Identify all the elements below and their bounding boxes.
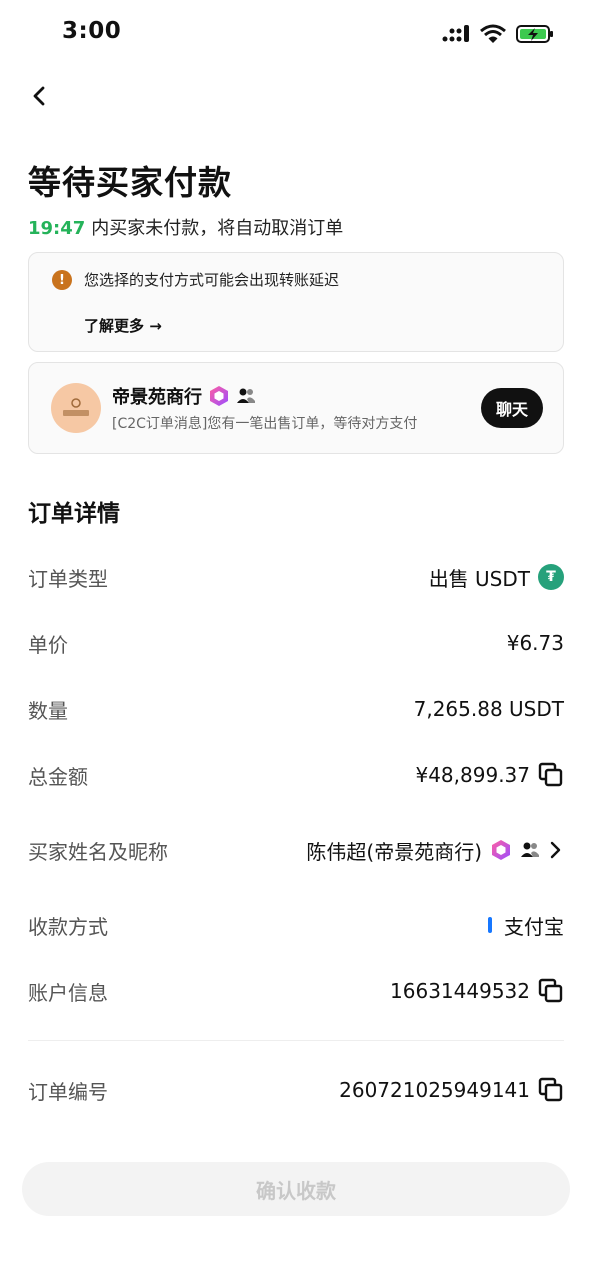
merchant-chat-card[interactable]: 帝景苑商行 [C2C订单消息]您有一笔出售订单，等待对方支付 聊天 [28, 362, 564, 454]
total-amount-row: 总金额 ¥48,899.37 [28, 758, 564, 792]
account-info-value-group: 16631449532 [390, 978, 564, 1004]
account-info-value: 16631449532 [390, 979, 530, 1003]
user-group-icon [521, 842, 539, 857]
back-button[interactable] [22, 78, 58, 114]
verified-badge-icon [210, 386, 228, 406]
notice-text: 您选择的支付方式可能会出现转账延迟 [84, 271, 340, 289]
order-number-label: 订单编号 [28, 1079, 108, 1104]
copy-icon[interactable] [538, 1077, 564, 1103]
payment-method-row: 收款方式 支付宝 [28, 908, 564, 942]
buyer-name-label: 买家姓名及昵称 [28, 839, 168, 864]
payment-method-label: 收款方式 [28, 914, 108, 939]
quantity-row: 数量 7,265.88 USDT [28, 692, 564, 726]
payment-method-value-group: 支付宝 [488, 911, 564, 940]
order-number-value-group: 260721025949141 [339, 1077, 564, 1103]
unit-price-row: 单价 ¥6.73 [28, 626, 564, 660]
merchant-name-text: 帝景苑商行 [112, 387, 202, 408]
user-group-icon [237, 388, 255, 403]
warning-icon: ! [52, 270, 72, 290]
alipay-indicator-icon [488, 917, 492, 933]
merchant-avatar [51, 383, 101, 433]
quantity-value: 7,265.88 USDT [413, 697, 564, 721]
order-number-row: 订单编号 260721025949141 [28, 1073, 564, 1107]
account-info-row: 账户信息 16631449532 [28, 974, 564, 1008]
chat-message-preview: [C2C订单消息]您有一笔出售订单，等待对方支付 [112, 416, 418, 432]
payment-delay-notice: ! 您选择的支付方式可能会出现转账延迟 了解更多 → [28, 252, 564, 352]
order-type-label: 订单类型 [28, 566, 108, 591]
order-type-value: 出售 USDT [428, 566, 530, 591]
buyer-name-value: 陈伟超(帝景苑商行) [306, 839, 482, 864]
unit-price-label: 单价 [28, 632, 68, 657]
countdown-timer: 19:47 [28, 218, 86, 239]
merchant-name: 帝景苑商行 [112, 383, 256, 409]
merchant-logo-icon [63, 398, 89, 416]
unit-price-value: ¥6.73 [506, 631, 564, 655]
wifi-icon [480, 24, 506, 43]
page-title: 等待买家付款 [28, 163, 232, 202]
countdown-message: 内买家未付款，将自动取消订单 [91, 218, 344, 239]
total-amount-value-group: ¥48,899.37 [415, 762, 564, 788]
back-arrow-icon [33, 86, 45, 106]
battery-icon [516, 25, 553, 43]
learn-more-link[interactable]: 了解更多 → [84, 315, 162, 336]
usdt-icon: ₮ [538, 564, 564, 590]
divider [28, 1040, 564, 1041]
buyer-name-value-group: 陈伟超(帝景苑商行) [306, 836, 564, 865]
account-info-label: 账户信息 [28, 980, 108, 1005]
buyer-name-row[interactable]: 买家姓名及昵称 陈伟超(帝景苑商行) [28, 833, 564, 867]
order-number-value: 260721025949141 [339, 1078, 530, 1102]
countdown-text: 19:47 内买家未付款，将自动取消订单 [28, 214, 343, 240]
status-time: 3:00 [62, 18, 122, 44]
copy-icon[interactable] [538, 978, 564, 1004]
order-details-title: 订单详情 [28, 501, 120, 527]
copy-icon[interactable] [538, 762, 564, 788]
chat-button[interactable]: 聊天 [481, 388, 543, 428]
verified-badge-icon [492, 840, 510, 860]
total-amount-label: 总金额 [28, 764, 88, 789]
status-icons [442, 24, 554, 44]
order-type-row: 订单类型 出售 USDT ₮ [28, 560, 564, 594]
order-type-value-group: 出售 USDT ₮ [429, 563, 564, 592]
quantity-label: 数量 [28, 698, 68, 723]
status-bar: 3:00 [0, 0, 592, 66]
payment-method-value: 支付宝 [504, 914, 564, 939]
signal-icon [442, 25, 469, 42]
chevron-right-icon[interactable] [548, 839, 564, 861]
confirm-receipt-button[interactable]: 确认收款 [22, 1162, 570, 1216]
total-amount-value: ¥48,899.37 [415, 763, 530, 787]
